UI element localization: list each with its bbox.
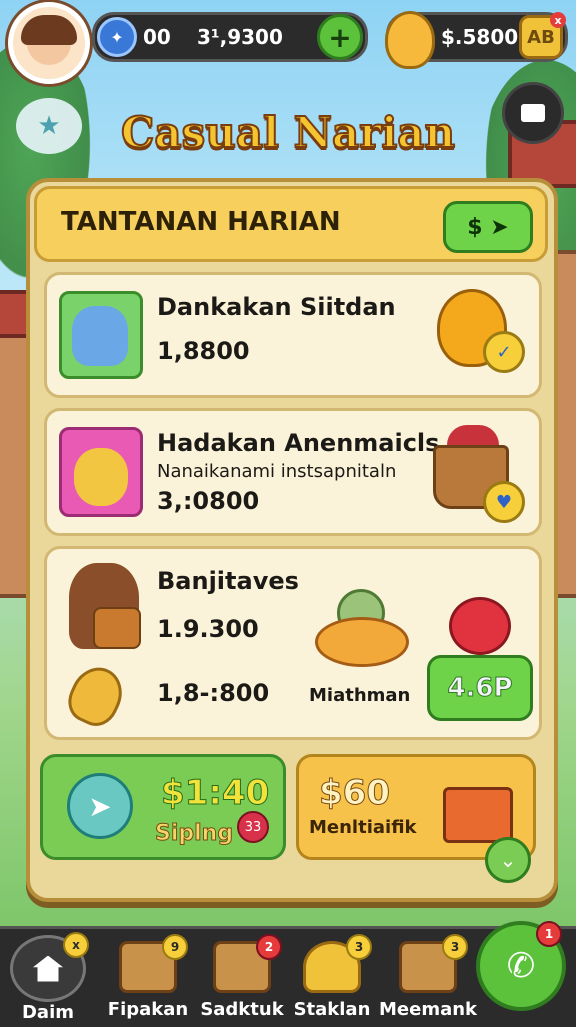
nav-badge: 9 (162, 934, 188, 960)
reward-card-right[interactable]: $60 Menltiaifik ⌄ (296, 754, 536, 883)
bear-picture-icon (59, 427, 143, 517)
claim-button-1[interactable]: ✓ (483, 331, 525, 373)
cash-value: $.5800 (441, 25, 519, 49)
task-description: Nanaikanami instsapnitaln (157, 461, 397, 482)
nav-item-meemank[interactable]: 3 Meemank (379, 934, 478, 1023)
cat-picture-icon (59, 291, 143, 379)
header-action-button[interactable]: $ ➤ (443, 201, 533, 253)
home-icon: x (10, 932, 89, 1002)
avatar-face (21, 15, 77, 65)
coin-character-icon (385, 11, 435, 69)
fab-badge: 1 (536, 921, 562, 947)
drum-icon: 3 (303, 934, 372, 993)
gift-box-icon (443, 787, 513, 843)
panel-header: TANTANAN HARIAN $ ➤ (34, 186, 548, 262)
apple-icon (449, 597, 511, 655)
player-avatar[interactable] (8, 2, 90, 84)
coins-value: 3¹,9300 (196, 25, 283, 49)
bag-label: AB (527, 26, 555, 48)
nav-item-home[interactable]: x Daim (0, 932, 96, 1023)
bag-close-icon: x (550, 12, 566, 28)
shop-bag-button[interactable]: AB x (519, 12, 566, 59)
task-name: Hadakan Anenmaicls (157, 429, 440, 457)
reward-label: Siplng (154, 821, 234, 847)
leaf-icon (61, 659, 131, 733)
reward-card-left[interactable]: ➤ $1:40 Siplng 33 (40, 754, 286, 860)
top-hud: ✦ 00 3¹,9300 + $.5800 AB x (0, 0, 576, 96)
item-label: Miathman (309, 685, 411, 706)
task-card-2[interactable]: Hadakan Anenmaicls Nanaikanami instsapni… (44, 408, 542, 536)
task-card-1[interactable]: Dankakan Siitdan 1,8800 ✓ (44, 272, 542, 398)
buy-price-button[interactable]: 4.6P (427, 655, 533, 721)
gem-icon: ✦ (97, 17, 137, 57)
pizza-icon (315, 617, 409, 667)
reward-amount: $60 (319, 773, 391, 814)
reward-amount: $1:40 (160, 773, 270, 814)
task-name: Banjitaves (157, 567, 299, 595)
nav-badge: 3 (346, 934, 372, 960)
task-value-2: 1,8-:800 (157, 679, 270, 707)
crate-icon: 9 (119, 934, 188, 993)
cash-bar: $.5800 AB x (385, 11, 568, 69)
reward-label: Menltiaifik (309, 817, 417, 838)
nav-item-staklan[interactable]: 3 Staklan (284, 934, 380, 1023)
call-action-button[interactable]: ✆ 1 (476, 921, 566, 1011)
reward-badge: 33 (237, 811, 269, 843)
page-title: Casual Narian (120, 107, 456, 158)
daily-tasks-panel: TANTANAN HARIAN $ ➤ Dankakan Siitdan 1,8… (26, 178, 558, 902)
add-currency-button[interactable]: + (317, 14, 363, 60)
bird-badge-icon: ➤ (67, 773, 133, 839)
map-board-icon: 2 (213, 934, 282, 993)
task-card-3[interactable]: Banjitaves 1.9.300 1,8-:800 Miathman 4.6… (44, 546, 542, 740)
book-icon: 3 (399, 934, 468, 993)
nav-label: Fipakan (107, 999, 189, 1020)
task-name: Dankakan Siitdan (157, 293, 396, 321)
task-value: 3,:0800 (157, 487, 260, 515)
nav-label: Sadktuk (200, 999, 284, 1020)
task-value-1: 1.9.300 (157, 615, 259, 643)
nav-badge: 2 (256, 934, 282, 960)
girl-character-icon (69, 563, 141, 649)
nav-label: Staklan (293, 999, 371, 1020)
gems-coins-bar: ✦ 00 3¹,9300 + (92, 12, 368, 62)
nav-label: Meemank (379, 999, 478, 1020)
nav-badge: 3 (442, 934, 468, 960)
task-value: 1,8800 (157, 337, 250, 365)
gems-value: 00 (143, 25, 171, 49)
claim-button-2[interactable]: ♥ (483, 481, 525, 523)
bottom-navigation: x Daim 9 Fipakan 2 Sadktuk 3 Staklan 3 M… (0, 921, 576, 1027)
panel-title: TANTANAN HARIAN (61, 207, 341, 237)
nav-item-fipakan[interactable]: 9 Fipakan (100, 934, 196, 1023)
chevron-down-icon[interactable]: ⌄ (485, 837, 531, 883)
nav-badge: x (63, 932, 89, 958)
nav-label: Daim (21, 1002, 74, 1023)
nav-item-sadktuk[interactable]: 2 Sadktuk (194, 934, 290, 1023)
phone-icon: ✆ (506, 946, 536, 986)
